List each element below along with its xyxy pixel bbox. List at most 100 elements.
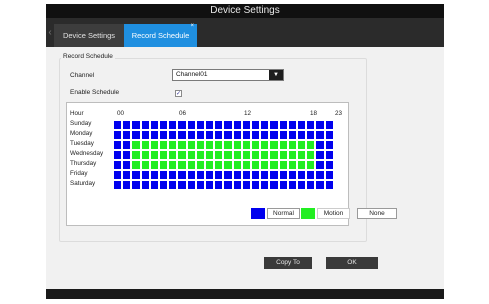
schedule-cell[interactable]: [131, 170, 141, 180]
schedule-cell[interactable]: [159, 150, 169, 160]
schedule-cell[interactable]: [232, 130, 242, 140]
schedule-cell[interactable]: [269, 150, 279, 160]
schedule-cell[interactable]: [287, 150, 297, 160]
schedule-cell[interactable]: [223, 170, 233, 180]
schedule-cell[interactable]: [122, 180, 132, 190]
schedule-cell[interactable]: [131, 130, 141, 140]
schedule-cell[interactable]: [214, 120, 224, 130]
legend-normal-swatch[interactable]: [251, 208, 265, 219]
tab-record-schedule[interactable]: Record Schedule ×: [124, 23, 197, 47]
schedule-cell[interactable]: [205, 150, 215, 160]
schedule-cell[interactable]: [168, 160, 178, 170]
schedule-cell[interactable]: [122, 150, 132, 160]
schedule-cell[interactable]: [287, 140, 297, 150]
schedule-cell[interactable]: [214, 140, 224, 150]
schedule-cell[interactable]: [297, 170, 307, 180]
schedule-cell[interactable]: [306, 150, 316, 160]
legend-motion-swatch[interactable]: [301, 208, 315, 219]
schedule-cell[interactable]: [287, 180, 297, 190]
schedule-cell[interactable]: [168, 150, 178, 160]
schedule-cell[interactable]: [122, 120, 132, 130]
schedule-cell[interactable]: [324, 150, 334, 160]
schedule-cell[interactable]: [131, 120, 141, 130]
schedule-cell[interactable]: [232, 140, 242, 150]
schedule-cell[interactable]: [241, 170, 251, 180]
schedule-cell[interactable]: [324, 160, 334, 170]
schedule-cell[interactable]: [278, 150, 288, 160]
schedule-cell[interactable]: [186, 150, 196, 160]
schedule-cell[interactable]: [149, 120, 159, 130]
schedule-cell[interactable]: [297, 130, 307, 140]
schedule-cell[interactable]: [214, 130, 224, 140]
schedule-cell[interactable]: [278, 120, 288, 130]
schedule-cell[interactable]: [223, 160, 233, 170]
schedule-cell[interactable]: [269, 170, 279, 180]
schedule-cell[interactable]: [186, 130, 196, 140]
schedule-cell[interactable]: [241, 120, 251, 130]
schedule-cell[interactable]: [324, 170, 334, 180]
schedule-cell[interactable]: [269, 120, 279, 130]
schedule-cell[interactable]: [269, 160, 279, 170]
schedule-cell[interactable]: [232, 160, 242, 170]
schedule-cell[interactable]: [315, 130, 325, 140]
schedule-cell[interactable]: [306, 160, 316, 170]
schedule-cell[interactable]: [251, 150, 261, 160]
schedule-cell[interactable]: [159, 160, 169, 170]
schedule-cell[interactable]: [205, 170, 215, 180]
schedule-cell[interactable]: [251, 160, 261, 170]
schedule-cell[interactable]: [324, 140, 334, 150]
schedule-cell[interactable]: [241, 130, 251, 140]
schedule-cell[interactable]: [168, 140, 178, 150]
schedule-cell[interactable]: [131, 150, 141, 160]
schedule-cell[interactable]: [287, 130, 297, 140]
schedule-cell[interactable]: [131, 160, 141, 170]
schedule-cell[interactable]: [159, 120, 169, 130]
schedule-cell[interactable]: [315, 140, 325, 150]
schedule-cell[interactable]: [297, 150, 307, 160]
schedule-cell[interactable]: [324, 130, 334, 140]
schedule-cell[interactable]: [251, 120, 261, 130]
schedule-cell[interactable]: [122, 170, 132, 180]
schedule-cell[interactable]: [177, 150, 187, 160]
schedule-cell[interactable]: [159, 130, 169, 140]
schedule-cell[interactable]: [195, 140, 205, 150]
schedule-cell[interactable]: [149, 150, 159, 160]
schedule-cell[interactable]: [113, 130, 123, 140]
schedule-cell[interactable]: [214, 160, 224, 170]
schedule-cell[interactable]: [140, 130, 150, 140]
schedule-cell[interactable]: [223, 120, 233, 130]
schedule-cell[interactable]: [214, 180, 224, 190]
schedule-cell[interactable]: [140, 180, 150, 190]
schedule-cell[interactable]: [186, 160, 196, 170]
schedule-cell[interactable]: [177, 140, 187, 150]
schedule-cell[interactable]: [177, 170, 187, 180]
schedule-cell[interactable]: [186, 170, 196, 180]
schedule-cell[interactable]: [149, 180, 159, 190]
schedule-cell[interactable]: [149, 160, 159, 170]
schedule-cell[interactable]: [260, 160, 270, 170]
schedule-cell[interactable]: [324, 120, 334, 130]
schedule-cell[interactable]: [168, 180, 178, 190]
schedule-cell[interactable]: [195, 180, 205, 190]
schedule-cell[interactable]: [260, 140, 270, 150]
schedule-cell[interactable]: [306, 130, 316, 140]
chevron-down-icon[interactable]: ▼: [269, 70, 283, 80]
schedule-cell[interactable]: [168, 130, 178, 140]
schedule-cell[interactable]: [241, 180, 251, 190]
schedule-cell[interactable]: [269, 140, 279, 150]
schedule-cell[interactable]: [140, 160, 150, 170]
schedule-cell[interactable]: [122, 130, 132, 140]
schedule-cell[interactable]: [195, 170, 205, 180]
schedule-cell[interactable]: [177, 180, 187, 190]
schedule-cell[interactable]: [186, 180, 196, 190]
schedule-cell[interactable]: [223, 130, 233, 140]
schedule-cell[interactable]: [149, 170, 159, 180]
schedule-cell[interactable]: [113, 180, 123, 190]
schedule-cell[interactable]: [278, 140, 288, 150]
schedule-cell[interactable]: [260, 130, 270, 140]
schedule-cell[interactable]: [278, 170, 288, 180]
schedule-cell[interactable]: [131, 140, 141, 150]
schedule-cell[interactable]: [260, 170, 270, 180]
schedule-cell[interactable]: [278, 160, 288, 170]
schedule-cell[interactable]: [177, 120, 187, 130]
